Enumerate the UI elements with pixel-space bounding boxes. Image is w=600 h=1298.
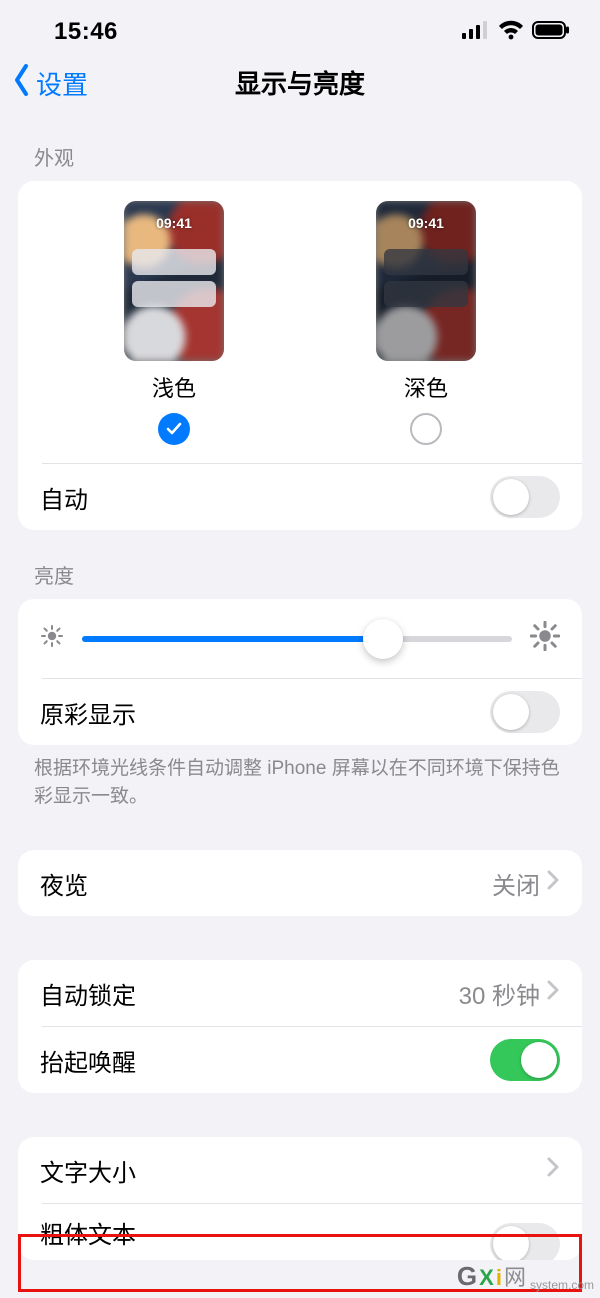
nav-bar: 设置 显示与亮度 <box>0 56 600 112</box>
sun-max-icon <box>530 621 560 656</box>
chevron-right-icon <box>546 979 560 1008</box>
back-label: 设置 <box>36 65 88 102</box>
truetone-footer: 根据环境光线条件自动调整 iPhone 屏幕以在不同环境下保持色彩显示一致。 <box>0 745 600 810</box>
status-icons <box>462 20 570 45</box>
bold-toggle[interactable] <box>490 1223 560 1260</box>
chevron-right-icon <box>546 869 560 898</box>
dark-radio[interactable] <box>410 413 442 445</box>
autolock-value: 30 秒钟 <box>459 976 560 1011</box>
bold-label: 粗体文本 <box>40 1215 136 1250</box>
text-size-row[interactable]: 文字大小 <box>18 1137 582 1203</box>
raise-toggle[interactable] <box>490 1039 560 1081</box>
auto-label: 自动 <box>40 480 88 515</box>
page-title: 显示与亮度 <box>235 64 365 101</box>
appearance-selector: 09:41 浅色 09:41 深色 <box>18 181 582 463</box>
truetone-toggle[interactable] <box>490 691 560 733</box>
bold-text-row[interactable]: 粗体文本 <box>18 1204 582 1260</box>
text-size-label: 文字大小 <box>40 1153 136 1188</box>
chevron-right-icon <box>546 1156 560 1185</box>
nightshift-label: 夜览 <box>40 866 88 901</box>
sun-min-icon <box>40 624 64 653</box>
cellular-icon <box>462 21 490 44</box>
lock-card: 自动锁定 30 秒钟 抬起唤醒 <box>18 960 582 1093</box>
auto-toggle[interactable] <box>490 476 560 518</box>
section-header-brightness: 亮度 <box>0 530 600 599</box>
nightshift-value: 关闭 <box>492 866 560 901</box>
watermark: GXi 网 system.com <box>457 1260 594 1292</box>
text-card: 文字大小 粗体文本 <box>18 1137 582 1260</box>
back-button[interactable]: 设置 <box>8 62 88 105</box>
brightness-card: 原彩显示 <box>18 599 582 745</box>
light-thumbnail: 09:41 <box>124 201 224 361</box>
status-bar: 15:46 <box>0 0 600 56</box>
brightness-slider[interactable] <box>82 636 512 642</box>
nightshift-row[interactable]: 夜览 关闭 <box>18 850 582 916</box>
wifi-icon <box>498 20 524 45</box>
appearance-option-light[interactable]: 09:41 浅色 <box>124 201 224 445</box>
checkmark-icon <box>165 420 183 438</box>
section-header-appearance: 外观 <box>0 112 600 181</box>
brightness-slider-row <box>18 599 582 678</box>
truetone-label: 原彩显示 <box>40 695 136 730</box>
auto-appearance-row[interactable]: 自动 <box>18 464 582 530</box>
appearance-card: 09:41 浅色 09:41 深色 自动 <box>18 181 582 530</box>
raise-label: 抬起唤醒 <box>40 1043 136 1078</box>
chevron-left-icon <box>8 62 36 105</box>
dark-thumbnail: 09:41 <box>376 201 476 361</box>
dark-label: 深色 <box>404 371 448 403</box>
battery-icon <box>532 21 570 44</box>
autolock-row[interactable]: 自动锁定 30 秒钟 <box>18 960 582 1026</box>
autolock-label: 自动锁定 <box>40 976 136 1011</box>
light-label: 浅色 <box>152 371 196 403</box>
truetone-row[interactable]: 原彩显示 <box>18 679 582 745</box>
appearance-option-dark[interactable]: 09:41 深色 <box>376 201 476 445</box>
light-radio[interactable] <box>158 413 190 445</box>
raise-to-wake-row[interactable]: 抬起唤醒 <box>18 1027 582 1093</box>
status-time: 15:46 <box>54 18 118 46</box>
nightshift-card: 夜览 关闭 <box>18 850 582 916</box>
